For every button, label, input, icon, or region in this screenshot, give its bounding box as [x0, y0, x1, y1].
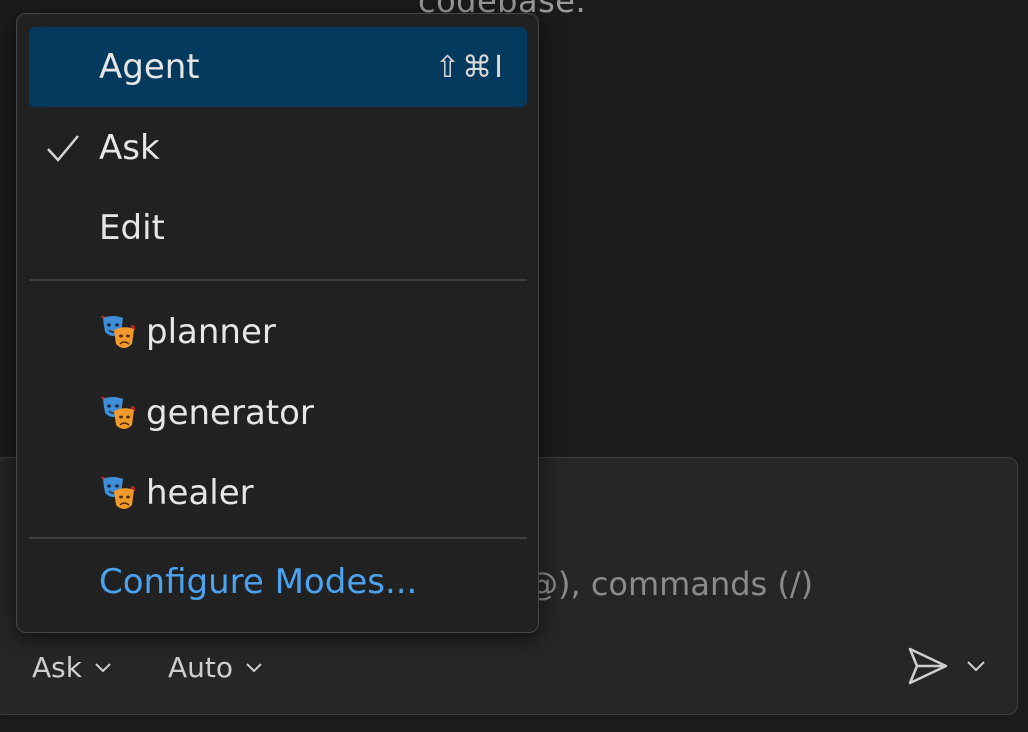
mode-dropdown-menu: Agent ⇧⌘I Ask Edit planner generator hea…: [16, 13, 539, 633]
chevron-down-icon[interactable]: [964, 655, 988, 677]
menu-item-ask[interactable]: Ask: [29, 108, 527, 188]
menu-separator: [29, 279, 527, 281]
send-icon[interactable]: [906, 645, 950, 687]
menu-item-label: Edit: [99, 208, 165, 248]
configure-modes-link[interactable]: Configure Modes...: [99, 562, 417, 602]
checkmark-icon: [47, 135, 79, 162]
menu-item-agent[interactable]: Agent ⇧⌘I: [29, 27, 527, 107]
model-picker-button[interactable]: Auto: [168, 646, 265, 688]
mode-picker-button[interactable]: Ask: [32, 646, 114, 688]
model-picker-label: Auto: [168, 650, 234, 684]
menu-item-label: generator: [146, 393, 314, 433]
keyboard-shortcut: ⇧⌘I: [435, 49, 505, 85]
performing-arts-masks-icon: [101, 315, 136, 348]
performing-arts-masks-icon: [101, 396, 136, 429]
performing-arts-masks-icon: [101, 476, 136, 509]
menu-item-edit[interactable]: Edit: [29, 188, 527, 268]
menu-item-label: healer: [146, 473, 254, 513]
menu-item-planner[interactable]: planner: [29, 292, 527, 372]
chat-view: codebase. @), commands (/) Ask Auto Agen…: [0, 0, 1028, 732]
chevron-down-icon: [95, 663, 111, 673]
menu-item-label: Ask: [99, 128, 160, 168]
menu-separator: [29, 537, 527, 539]
menu-item-label: planner: [146, 312, 276, 352]
menu-item-label: Agent: [99, 47, 200, 87]
menu-item-healer[interactable]: healer: [29, 453, 527, 533]
send-controls: [906, 644, 988, 688]
menu-item-generator[interactable]: generator: [29, 373, 527, 453]
mode-picker-label: Ask: [32, 650, 82, 684]
chevron-down-icon: [246, 663, 262, 673]
